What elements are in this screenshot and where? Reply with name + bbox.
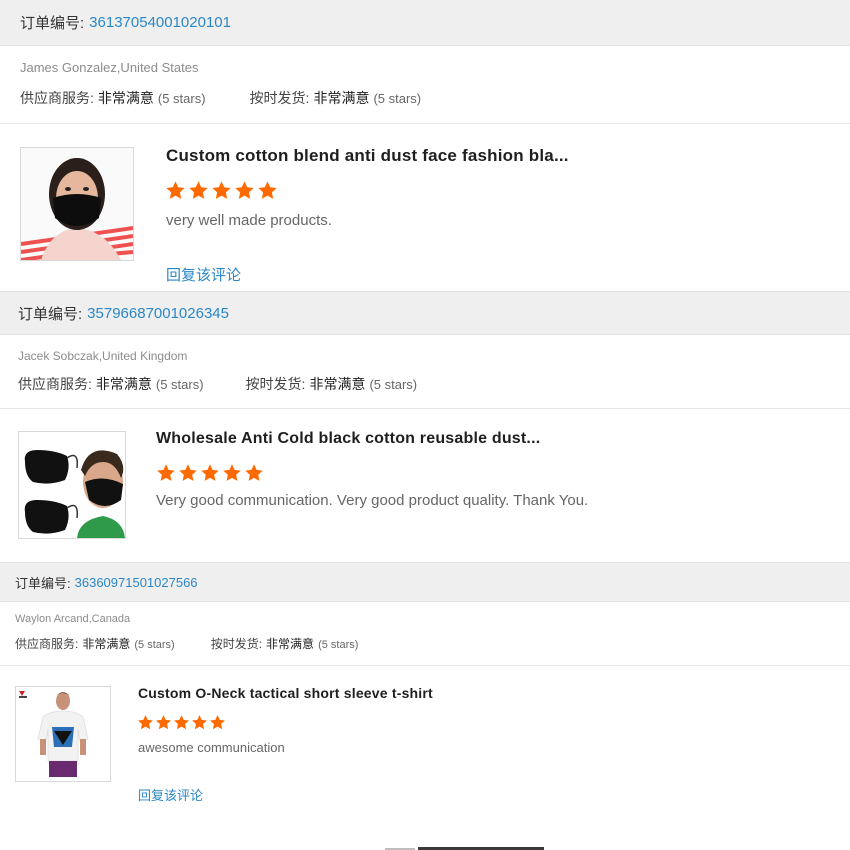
order-number-link[interactable]: 36360971501027566	[75, 575, 198, 590]
star-icon	[223, 464, 241, 481]
star-icon	[212, 181, 231, 199]
star-icon	[174, 715, 189, 730]
order-header: 订单编号: 35796687001026345	[0, 291, 850, 335]
ontime-delivery-label: 按时发货:	[210, 637, 263, 651]
ontime-delivery-value: 非常满意	[266, 637, 315, 651]
ontime-delivery-label: 按时发货:	[245, 376, 306, 392]
divider	[0, 665, 850, 666]
supplier-service-value: 非常满意	[82, 637, 131, 651]
ontime-delivery-value: 非常满意	[313, 90, 370, 106]
review-stars	[137, 714, 227, 731]
buyer-name: Waylon Arcand,Canada	[15, 613, 131, 625]
review-stars	[165, 180, 280, 201]
star-icon	[189, 181, 208, 199]
product-image-mask-pair	[19, 432, 125, 538]
star-icon	[179, 464, 197, 481]
star-icon	[235, 181, 254, 199]
star-icon	[166, 181, 185, 199]
star-icon	[157, 464, 175, 481]
ontime-delivery-stars: (5 stars)	[373, 91, 422, 106]
review-comment: Very good communication. Very good produ…	[156, 492, 589, 509]
supplier-service-stars: (5 stars)	[157, 91, 206, 106]
supplier-service-label: 供应商服务:	[20, 90, 94, 106]
supplier-service-value: 非常满意	[97, 90, 154, 106]
supplier-service-label: 供应商服务:	[18, 376, 92, 392]
supplier-service-label: 供应商服务:	[15, 637, 79, 651]
seller-ratings: 供应商服务: 非常满意 (5 stars) 按时发货: 非常满意 (5 star…	[15, 635, 358, 652]
review-stars	[156, 463, 266, 483]
order-number-link[interactable]: 35796687001026345	[87, 305, 229, 322]
product-image-mask-woman	[21, 148, 133, 260]
star-icon	[210, 715, 225, 730]
ontime-delivery-value: 非常满意	[309, 376, 366, 392]
ontime-delivery-stars: (5 stars)	[369, 377, 418, 392]
ontime-delivery-stars: (5 stars)	[318, 639, 359, 651]
product-title[interactable]: Wholesale Anti Cold black cotton reusabl…	[156, 430, 540, 448]
review-comment: very well made products.	[166, 212, 332, 229]
star-icon	[245, 464, 263, 481]
seller-ratings: 供应商服务: 非常满意 (5 stars) 按时发货: 非常满意 (5 star…	[18, 374, 417, 394]
product-thumbnail[interactable]	[15, 686, 111, 782]
star-icon	[156, 715, 171, 730]
divider	[0, 408, 850, 409]
order-number-label: 订单编号:	[15, 575, 71, 591]
star-icon	[192, 715, 207, 730]
order-number-label: 订单编号:	[18, 305, 83, 323]
order-header: 订单编号: 36360971501027566	[0, 562, 850, 602]
order-header: 订单编号: 36137054001020101	[0, 0, 850, 46]
divider	[0, 123, 850, 124]
buyer-name: James Gonzalez,United States	[20, 60, 199, 75]
product-thumbnail[interactable]	[18, 431, 126, 539]
star-icon	[138, 715, 153, 730]
product-title[interactable]: Custom cotton blend anti dust face fashi…	[166, 146, 569, 166]
ontime-delivery-label: 按时发货:	[249, 90, 310, 106]
product-thumbnail[interactable]	[20, 147, 134, 261]
buyer-name: Jacek Sobczak,United Kingdom	[18, 349, 188, 363]
reply-link[interactable]: 回复该评论	[138, 785, 203, 804]
review-list: 订单编号: 36137054001020101 James Gonzalez,U…	[0, 0, 850, 850]
supplier-service-stars: (5 stars)	[134, 639, 175, 651]
star-icon	[201, 464, 219, 481]
seller-ratings: 供应商服务: 非常满意 (5 stars) 按时发货: 非常满意 (5 star…	[20, 88, 421, 108]
order-number-label: 订单编号:	[20, 15, 85, 32]
product-title[interactable]: Custom O-Neck tactical short sleeve t-sh…	[138, 685, 433, 701]
order-number-link[interactable]: 36137054001020101	[89, 14, 231, 31]
product-image-tshirt-model	[16, 687, 110, 781]
reply-link[interactable]: 回复该评论	[166, 264, 241, 285]
star-icon	[258, 181, 277, 199]
review-comment: awesome communication	[138, 740, 285, 755]
supplier-service-value: 非常满意	[95, 376, 152, 392]
supplier-service-stars: (5 stars)	[155, 377, 204, 392]
